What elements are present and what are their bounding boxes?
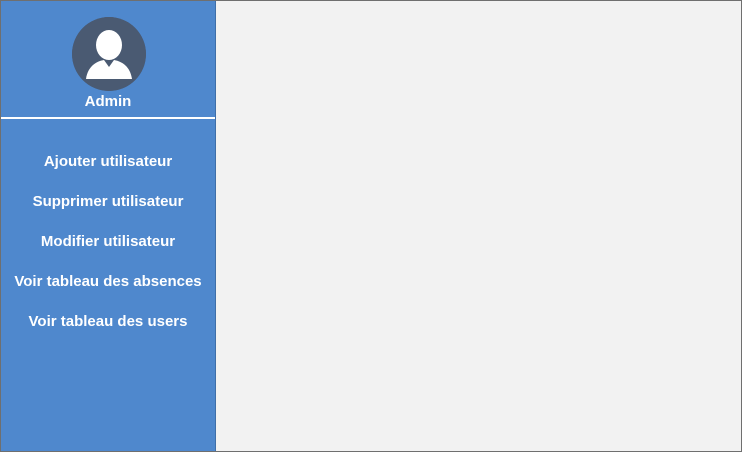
sidebar: Admin Ajouter utilisateur Supprimer util…	[1, 1, 216, 451]
sidebar-menu: Ajouter utilisateur Supprimer utilisateu…	[1, 151, 215, 351]
user-silhouette-icon	[72, 17, 146, 91]
profile-divider	[1, 117, 215, 119]
menu-item-view-absences[interactable]: Voir tableau des absences	[1, 271, 215, 311]
menu-item-delete-user[interactable]: Supprimer utilisateur	[1, 191, 215, 231]
user-profile: Admin	[1, 1, 215, 119]
user-name: Admin	[84, 93, 132, 110]
menu-item-view-users[interactable]: Voir tableau des users	[1, 311, 215, 351]
menu-item-add-user[interactable]: Ajouter utilisateur	[1, 151, 215, 191]
main-content-area	[216, 1, 741, 451]
avatar	[72, 17, 146, 91]
app-window: Admin Ajouter utilisateur Supprimer util…	[0, 0, 742, 452]
menu-item-edit-user[interactable]: Modifier utilisateur	[1, 231, 215, 271]
